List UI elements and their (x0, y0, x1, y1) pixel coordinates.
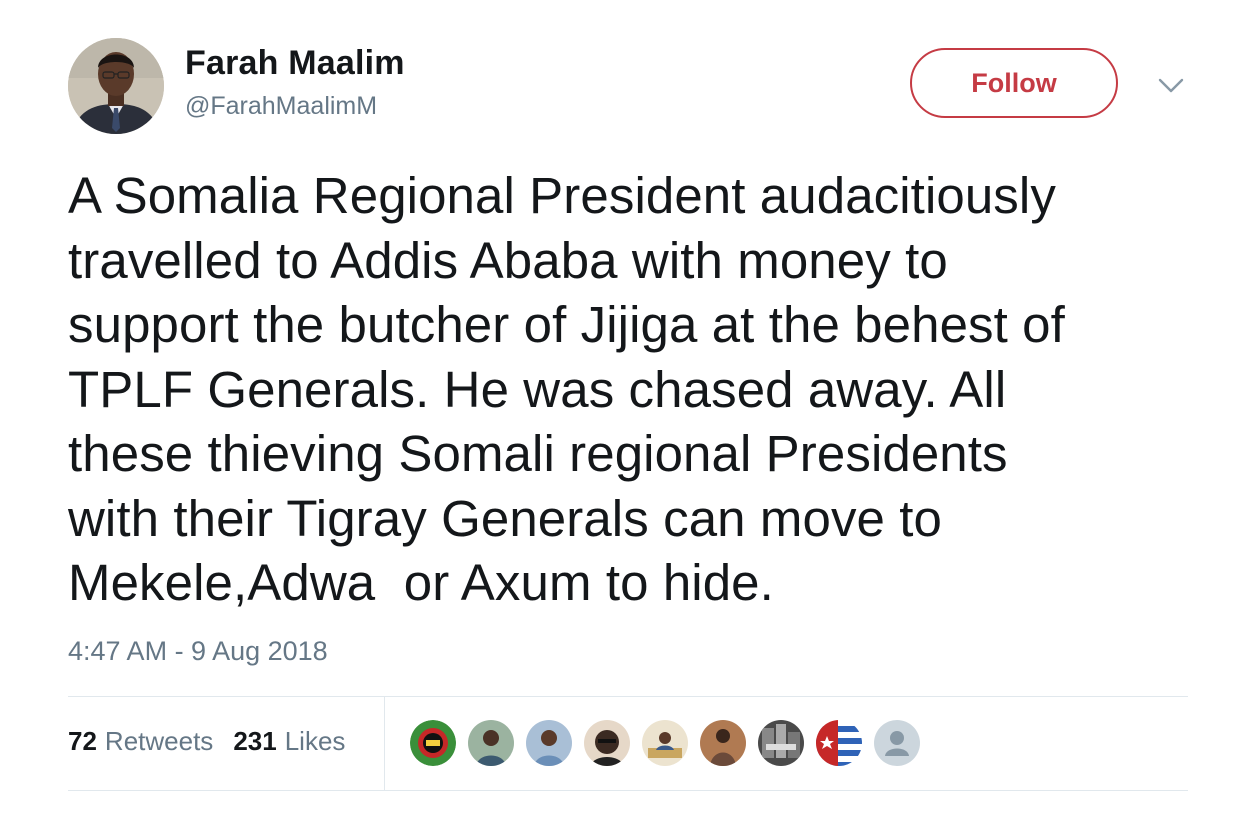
liker-avatar[interactable] (408, 718, 458, 768)
likes-count: 231 (233, 726, 277, 756)
likes-label: Likes (284, 726, 346, 756)
retweets-count: 72 (68, 726, 97, 756)
liker-avatar[interactable] (872, 718, 922, 768)
tweet-stats: 72 Retweets 231 Likes (68, 726, 345, 757)
author-handle[interactable]: @FarahMaalimM (185, 92, 377, 121)
liker-avatar[interactable] (814, 718, 864, 768)
tweet-timestamp[interactable]: 4:47 AM - 9 Aug 2018 (68, 636, 328, 667)
liker-avatar[interactable] (640, 718, 690, 768)
chevron-down-icon[interactable] (1156, 72, 1186, 98)
liker-avatar[interactable] (582, 718, 632, 768)
retweets-stat[interactable]: 72 Retweets (68, 726, 213, 757)
follow-button[interactable]: Follow (910, 48, 1118, 118)
divider (68, 696, 1188, 697)
author-photo (68, 38, 164, 134)
likes-stat[interactable]: 231 Likes (233, 726, 345, 757)
stats-separator (384, 697, 385, 790)
tweet-text: A Somalia Regional President audacitious… (68, 167, 1065, 611)
author-avatar[interactable] (68, 38, 164, 134)
liker-avatar[interactable] (524, 718, 574, 768)
divider (68, 790, 1188, 791)
liker-avatars (408, 718, 930, 768)
liker-avatar[interactable] (756, 718, 806, 768)
liker-avatar[interactable] (466, 718, 516, 768)
retweets-label: Retweets (104, 726, 214, 756)
liker-avatar[interactable] (698, 718, 748, 768)
author-display-name[interactable]: Farah Maalim (185, 44, 405, 83)
